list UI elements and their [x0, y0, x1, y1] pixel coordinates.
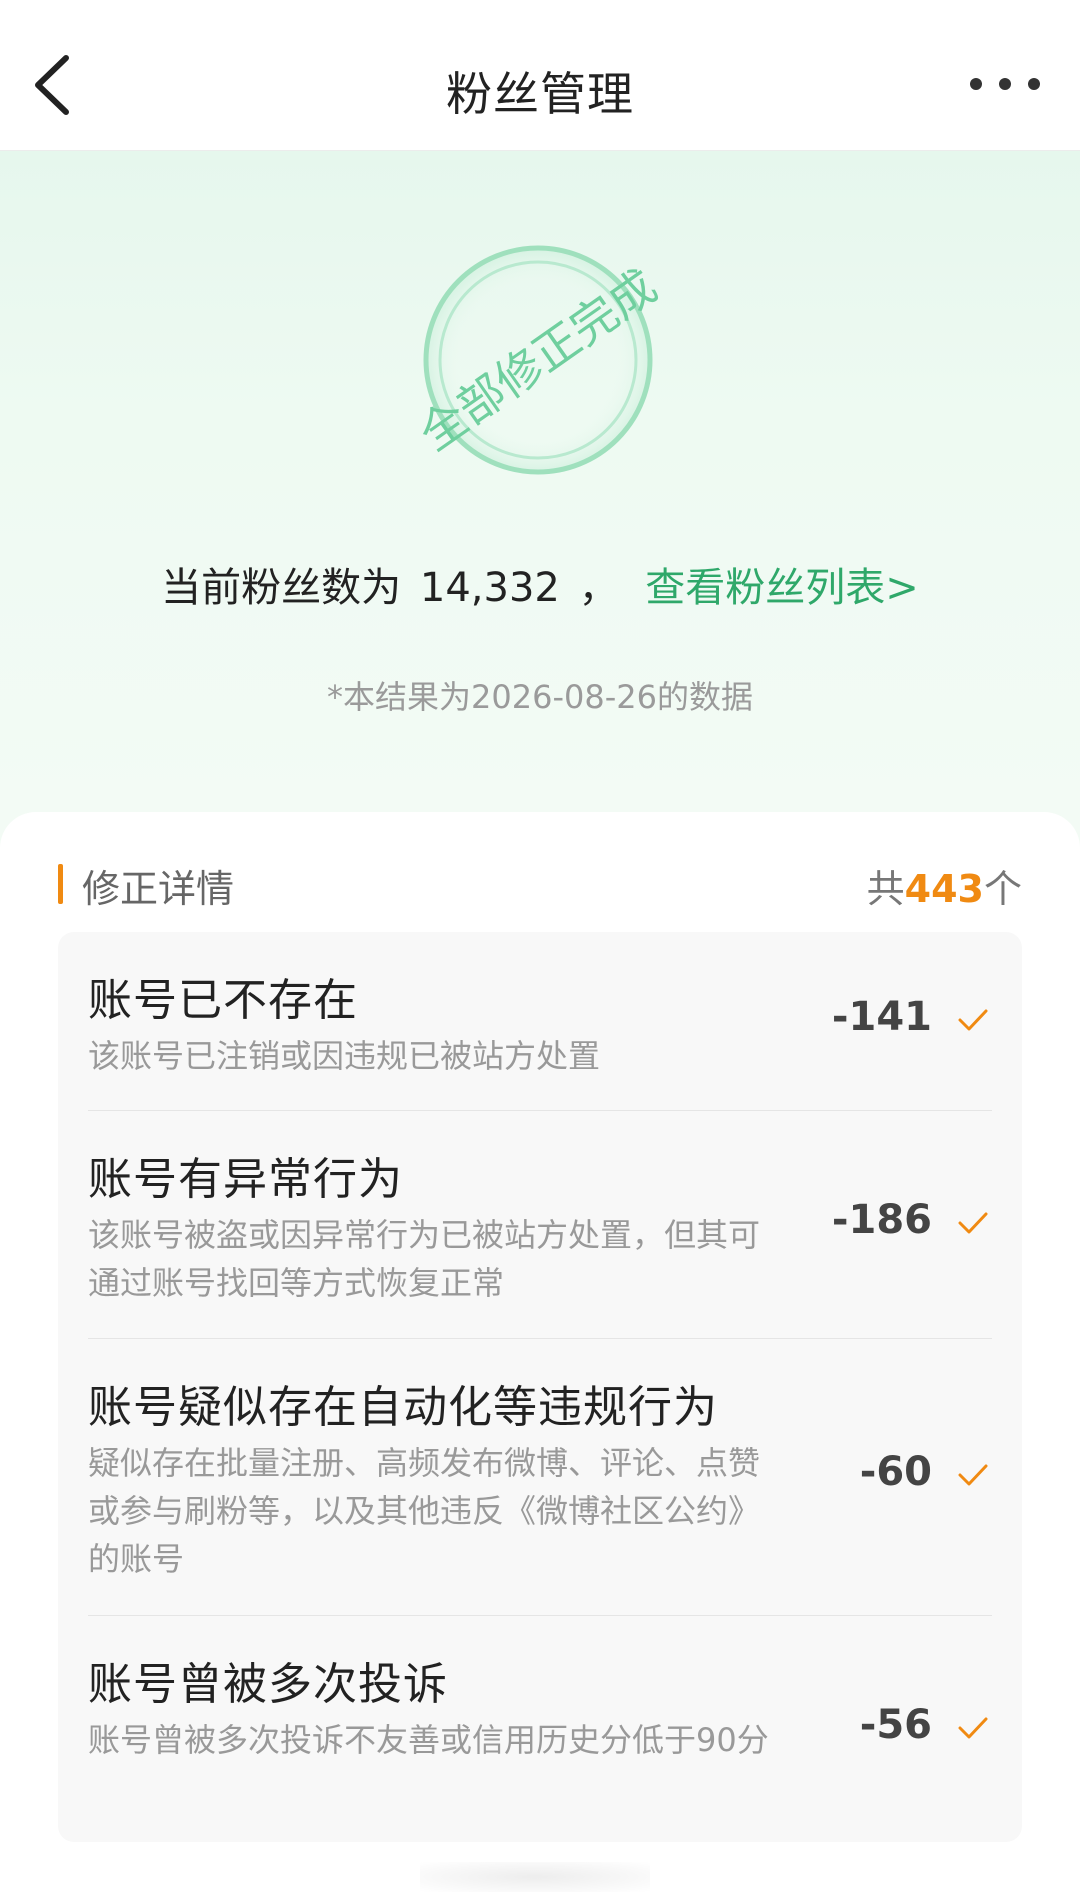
correction-details-card: 修正详情 共443个 账号已不存在 该账号已注销或因违规已被站方处置 -141 … [0, 812, 1080, 1898]
fan-count-label: 当前粉丝数为 [161, 565, 402, 611]
more-button[interactable] [970, 62, 1040, 106]
view-fan-list-link[interactable]: 查看粉丝列表> [645, 565, 919, 611]
more-horizontal-icon [970, 78, 982, 90]
item-title: 账号有异常行为 [88, 1154, 403, 1205]
item-count: -60 [859, 1449, 932, 1495]
fan-count-value: 14,332 [419, 565, 560, 611]
item-title: 账号疑似存在自动化等违规行为 [88, 1382, 718, 1433]
item-description: 该账号已注销或因违规已被站方处置 [88, 1037, 601, 1075]
section-title: 修正详情 [82, 867, 235, 911]
item-title: 账号已不存在 [88, 975, 358, 1026]
item-title: 账号曾被多次投诉 [88, 1659, 448, 1710]
list-item: 账号有异常行为 该账号被盗或因异常行为已被站方处置，但其可通过账号找回等方式恢复… [88, 1111, 992, 1338]
item-description: 账号曾被多次投诉不友善或信用历史分低于90分 [88, 1721, 769, 1759]
check-icon [958, 1212, 988, 1234]
item-count: -56 [859, 1702, 932, 1748]
item-description: 该账号被盗或因异常行为已被站方处置，但其可通过账号找回等方式恢复正常 [88, 1216, 761, 1302]
completion-stamp: 全部修正完成 [418, 245, 658, 475]
top-nav-bar: 粉丝管理 [0, 0, 1080, 151]
list-item: 账号曾被多次投诉 账号曾被多次投诉不友善或信用历史分低于90分 -56 [88, 1616, 992, 1842]
check-icon [958, 1009, 988, 1031]
total-number: 443 [904, 867, 984, 911]
fan-count-summary: 当前粉丝数为 14,332 ， 查看粉丝列表> [0, 555, 1080, 613]
page-title: 粉丝管理 [446, 67, 634, 121]
fan-management-page: 粉丝管理 全部修正完成 当前粉丝数为 14,332 ， 查看粉丝列表> *本结果… [0, 0, 1080, 1898]
correction-list: 账号已不存在 该账号已注销或因违规已被站方处置 -141 账号有异常行为 该账号… [58, 932, 1022, 1842]
total-suffix: 个 [983, 867, 1022, 911]
item-count: -141 [831, 994, 932, 1040]
fan-count-separator: ， [578, 565, 619, 611]
item-count: -186 [831, 1197, 932, 1243]
check-icon [958, 1717, 988, 1739]
more-dot [1028, 78, 1040, 90]
check-icon [958, 1464, 988, 1486]
more-dot [999, 78, 1011, 90]
list-item: 账号疑似存在自动化等违规行为 疑似存在批量注册、高频发布微博、评论、点赞或参与刷… [88, 1339, 992, 1615]
item-description: 疑似存在批量注册、高频发布微博、评论、点赞或参与刷粉等，以及其他违反《微博社区公… [88, 1444, 761, 1578]
data-date-note: *本结果为2026-08-26的数据 [327, 678, 753, 716]
total-count: 共443个 [867, 858, 1022, 913]
section-accent-bar [58, 864, 63, 904]
section-header: 修正详情 共443个 [58, 852, 1022, 912]
total-prefix: 共 [866, 867, 905, 911]
list-item: 账号已不存在 该账号已注销或因违规已被站方处置 -141 [88, 932, 992, 1110]
scroll-shadow [420, 1862, 650, 1892]
